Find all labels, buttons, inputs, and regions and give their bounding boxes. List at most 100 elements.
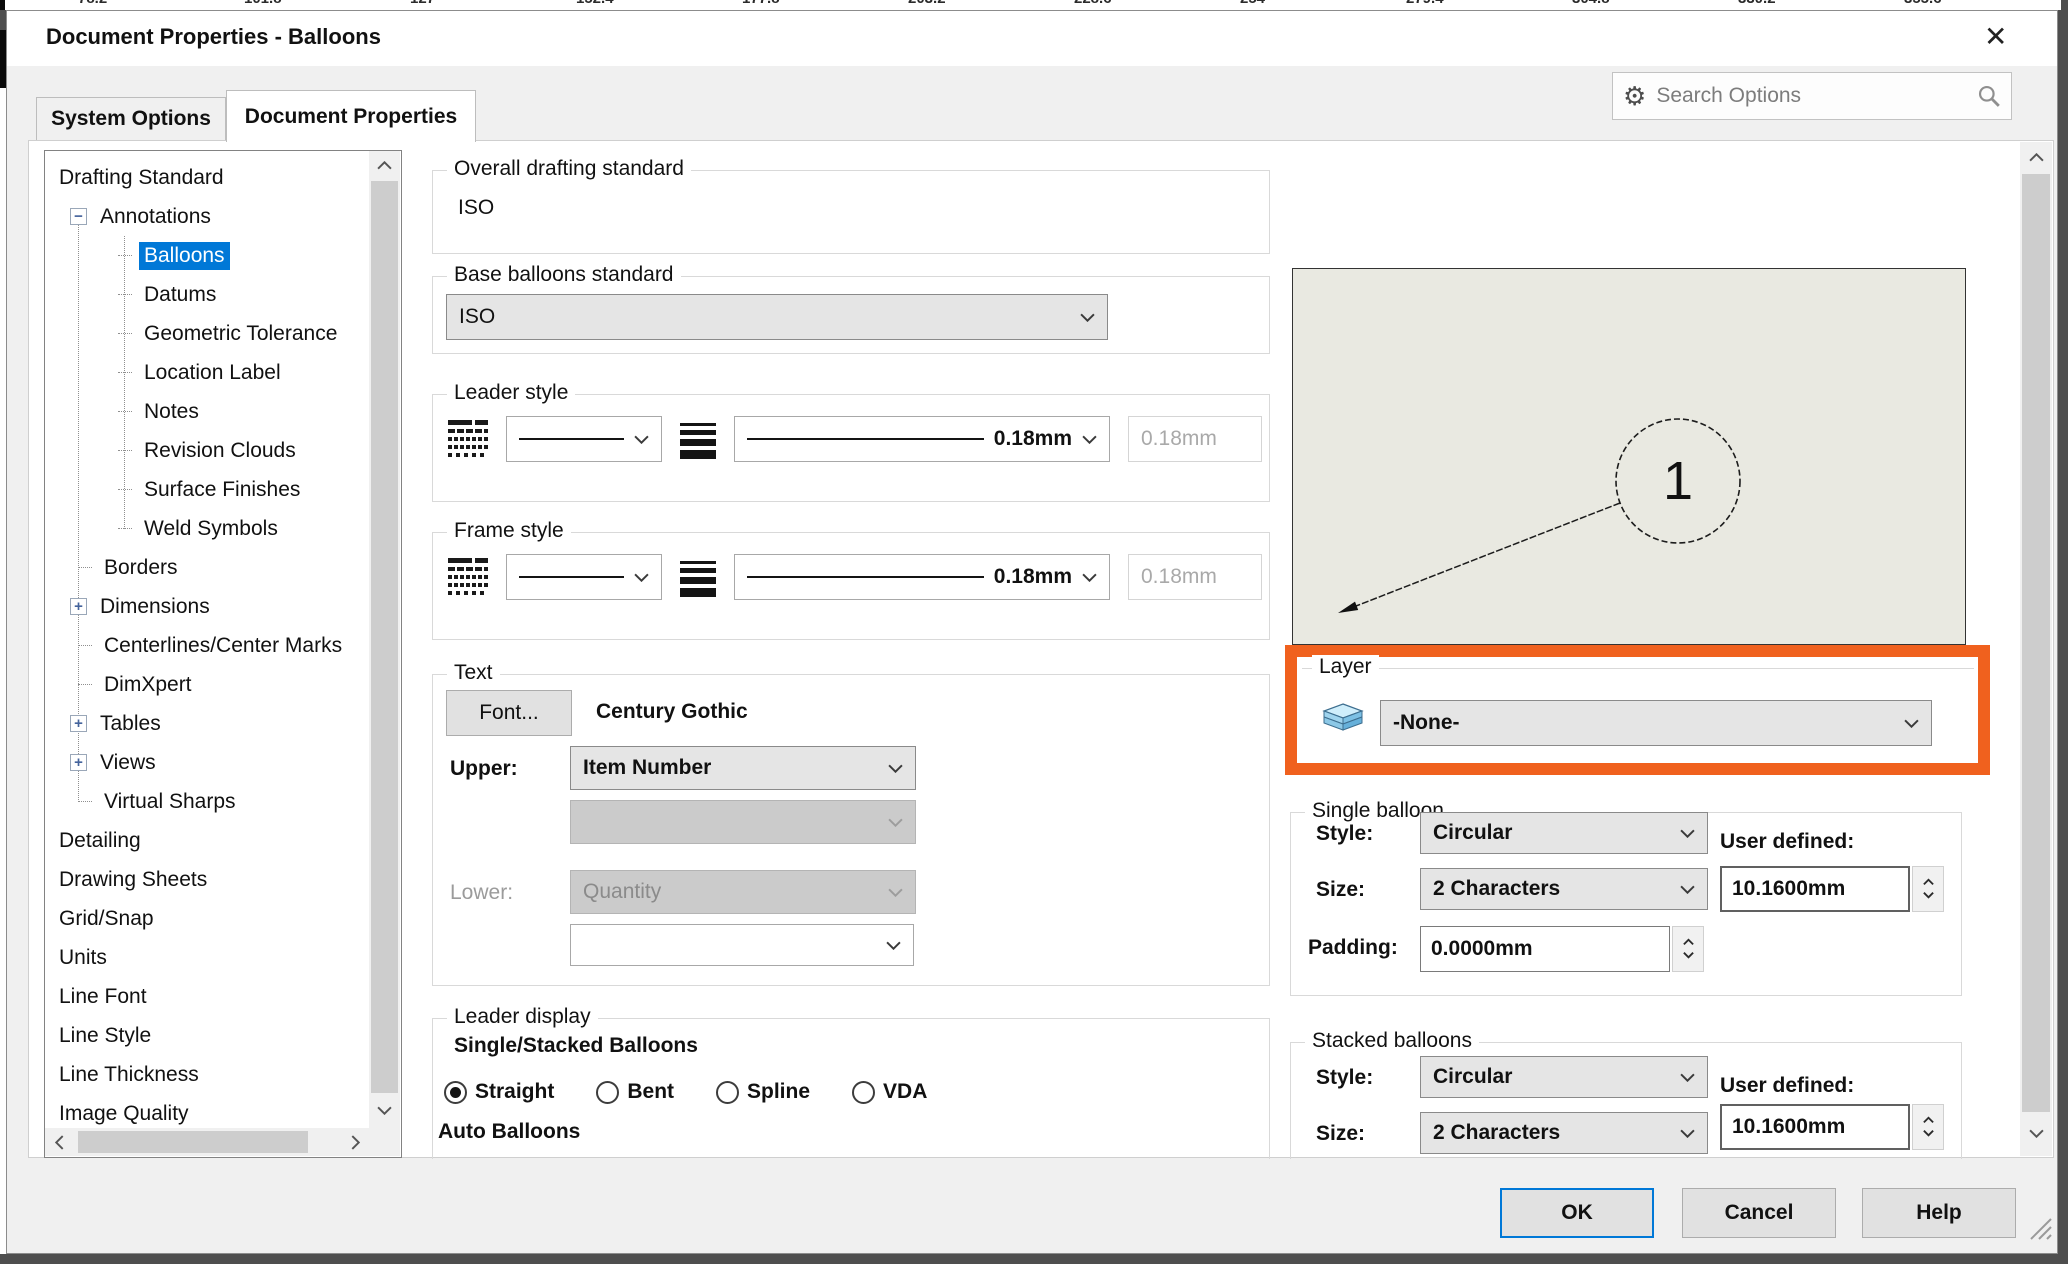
search-options-box[interactable]: ⚙ Search Options: [1612, 72, 2012, 120]
ruler-number: 203.2: [908, 0, 946, 7]
selected-value: Item Number: [583, 756, 711, 780]
tree-item[interactable]: Virtual Sharps: [78, 782, 367, 821]
chevron-down-icon: [1680, 885, 1695, 894]
single-style-select[interactable]: Circular: [1420, 812, 1708, 854]
radio-icon[interactable]: [716, 1081, 739, 1104]
tree-item[interactable]: Datums: [118, 275, 367, 314]
tree-item[interactable]: −Annotations: [70, 197, 367, 236]
tree-item[interactable]: +Tables: [70, 704, 367, 743]
lower-label: Lower:: [450, 881, 513, 905]
tree-scroll-up-button[interactable]: [369, 151, 400, 179]
radio-spline[interactable]: Spline: [716, 1080, 810, 1104]
thickness-value: 0.18mm: [994, 427, 1072, 451]
single-user-defined-field[interactable]: 10.1600mm: [1720, 866, 1910, 912]
tab-document-properties[interactable]: Document Properties: [226, 90, 476, 142]
single-padding-field[interactable]: 0.0000mm: [1420, 926, 1670, 972]
tree-vscroll-thumb[interactable]: [371, 181, 398, 1093]
overall-drafting-standard-group: Overall drafting standard: [432, 170, 1270, 254]
line-sample: [747, 576, 984, 578]
tree-item-label: Weld Symbols: [139, 515, 283, 543]
tree-item[interactable]: DimXpert: [78, 665, 367, 704]
selected-value: -None-: [1393, 711, 1460, 735]
resize-grip-icon[interactable]: [2026, 1214, 2052, 1240]
tree-item[interactable]: Units: [54, 938, 367, 977]
tree-connector: [118, 372, 132, 373]
frame-line-thickness-select[interactable]: 0.18mm: [734, 554, 1110, 600]
dialog-vscroll-thumb[interactable]: [2022, 174, 2050, 1112]
expand-icon[interactable]: +: [70, 715, 87, 732]
radio-icon[interactable]: [852, 1081, 875, 1104]
expand-icon[interactable]: +: [70, 754, 87, 771]
field-value: 0.0000mm: [1431, 937, 1533, 961]
tree-item[interactable]: +Dimensions: [70, 587, 367, 626]
radio-straight[interactable]: Straight: [444, 1080, 554, 1104]
tree-item[interactable]: Centerlines/Center Marks: [78, 626, 367, 665]
tree-scroll-down-button[interactable]: [369, 1096, 400, 1124]
tree-item[interactable]: Surface Finishes: [118, 470, 367, 509]
tree-item[interactable]: Balloons: [118, 236, 367, 275]
base-balloons-standard-select[interactable]: ISO: [446, 294, 1108, 340]
radio-vda[interactable]: VDA: [852, 1080, 927, 1104]
dialog-scroll-down-button[interactable]: [2020, 1118, 2052, 1148]
font-button[interactable]: Font...: [446, 690, 572, 736]
search-input[interactable]: Search Options: [1656, 84, 1967, 108]
cancel-button[interactable]: Cancel: [1682, 1188, 1836, 1238]
leader-line-thickness-select[interactable]: 0.18mm: [734, 416, 1110, 462]
chevron-down-icon: [377, 1106, 392, 1115]
tree-item[interactable]: Line Style: [54, 1016, 367, 1055]
tree-item[interactable]: Revision Clouds: [118, 431, 367, 470]
tree-item[interactable]: Grid/Snap: [54, 899, 367, 938]
tab-system-options[interactable]: System Options: [36, 97, 226, 141]
expand-icon[interactable]: +: [70, 598, 87, 615]
tree-item[interactable]: + Views: [70, 743, 367, 782]
close-icon[interactable]: ✕: [1984, 20, 2007, 53]
dialog-scroll-up-button[interactable]: [2020, 142, 2052, 172]
stacked-size-select[interactable]: 2 Characters: [1420, 1112, 1708, 1154]
upper-select[interactable]: Item Number: [570, 746, 916, 790]
radio-icon[interactable]: [444, 1081, 467, 1104]
tree-scroll-right-button[interactable]: [341, 1128, 369, 1156]
chevron-down-icon: [634, 573, 649, 582]
leader-custom-thickness-field[interactable]: 0.18mm: [1128, 416, 1262, 462]
size-label: Size:: [1316, 1122, 1365, 1146]
leader-line-style-select[interactable]: [506, 416, 662, 462]
lower-secondary-select[interactable]: [570, 924, 914, 966]
frame-custom-thickness-field[interactable]: 0.18mm: [1128, 554, 1262, 600]
tree-item[interactable]: Borders: [78, 548, 367, 587]
single-padding-stepper[interactable]: [1672, 926, 1704, 972]
tree-item[interactable]: Line Font: [54, 977, 367, 1016]
tree-hscroll-thumb[interactable]: [78, 1131, 308, 1153]
single-size-select[interactable]: 2 Characters: [1420, 868, 1708, 910]
radio-icon[interactable]: [596, 1081, 619, 1104]
stacked-user-defined-stepper[interactable]: [1912, 1104, 1944, 1150]
tree-item[interactable]: Location Label: [118, 353, 367, 392]
line-sample: [747, 438, 984, 440]
tree-scroll-left-button[interactable]: [45, 1128, 73, 1156]
radio-bent[interactable]: Bent: [596, 1080, 674, 1104]
stacked-style-select[interactable]: Circular: [1420, 1056, 1708, 1098]
tree-item[interactable]: Detailing: [54, 821, 367, 860]
layer-select[interactable]: -None-: [1380, 700, 1932, 746]
tree-item[interactable]: Weld Symbols: [118, 509, 367, 548]
selected-value: Circular: [1433, 1065, 1512, 1089]
padding-label: Padding:: [1308, 936, 1398, 960]
selected-value: ISO: [459, 305, 495, 329]
help-button[interactable]: Help: [1862, 1188, 2016, 1238]
search-icon[interactable]: [1977, 84, 2001, 108]
ruler-number: 101.8: [244, 0, 282, 7]
collapse-icon[interactable]: −: [70, 208, 87, 225]
frame-line-style-select[interactable]: [506, 554, 662, 600]
single-user-defined-stepper[interactable]: [1912, 866, 1944, 912]
stacked-user-defined-field[interactable]: 10.1600mm: [1720, 1104, 1910, 1150]
tree-item-label: Line Font: [54, 983, 152, 1011]
tree-item[interactable]: Notes: [118, 392, 367, 431]
tree-item[interactable]: Image Quality: [54, 1094, 367, 1126]
group-legend: Leader style: [447, 381, 575, 405]
chevron-down-icon: [1680, 1073, 1695, 1082]
tree-item[interactable]: Drafting Standard: [54, 158, 367, 197]
tree-item[interactable]: Drawing Sheets: [54, 860, 367, 899]
tree-item[interactable]: Line Thickness: [54, 1055, 367, 1094]
tree-item-label: Views: [95, 749, 161, 777]
ok-button[interactable]: OK: [1500, 1188, 1654, 1238]
tree-item[interactable]: Geometric Tolerance: [118, 314, 367, 353]
